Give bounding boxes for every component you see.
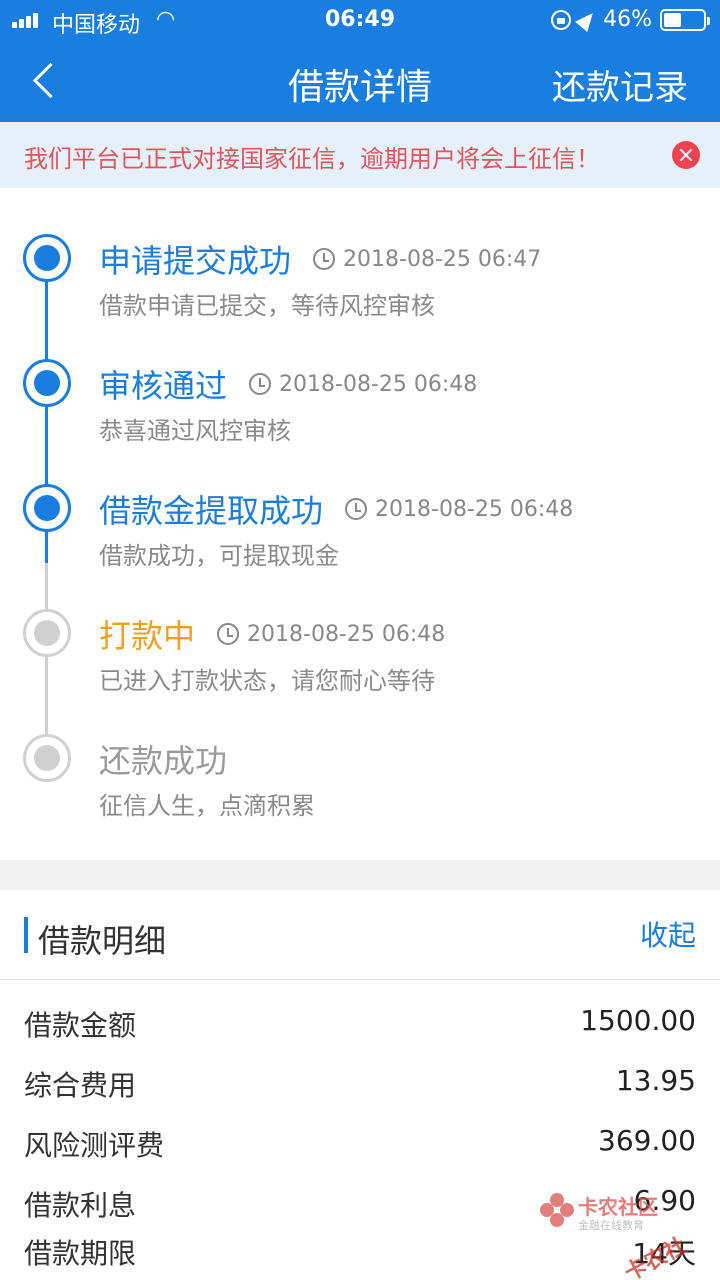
battery-icon bbox=[660, 8, 710, 31]
step-title: 还款成功 bbox=[99, 742, 228, 780]
detail-label: 综合费用 bbox=[24, 1069, 137, 1102]
step-time: 2018-08-25 06:47 bbox=[343, 246, 542, 272]
loan-progress-timeline: 申请提交成功 2018-08-25 06:47 借款申请已提交，等待风控审核 审… bbox=[0, 188, 720, 860]
section-accent-bar bbox=[24, 917, 28, 953]
notice-banner: 我们平台已正式对接国家征信，逾期用户将会上征信！ bbox=[0, 122, 720, 188]
clock-icon bbox=[345, 498, 368, 520]
detail-label: 风险测评费 bbox=[24, 1129, 165, 1162]
timeline-step: 申请提交成功 2018-08-25 06:47 借款申请已提交，等待风控审核 bbox=[0, 188, 720, 320]
timeline-step: 借款金提取成功 2018-08-25 06:48 借款成功，可提取现金 bbox=[0, 438, 720, 570]
step-dot bbox=[23, 734, 71, 782]
loan-details-header: 借款明细 收起 bbox=[0, 890, 720, 980]
clock-icon bbox=[249, 373, 272, 395]
status-bar: 中国移动 ◠ 06:49 46% bbox=[0, 0, 720, 40]
step-title: 审核通过 bbox=[99, 367, 228, 405]
detail-value: 369.00 bbox=[598, 1124, 696, 1157]
step-title: 借款金提取成功 bbox=[99, 492, 324, 530]
location-icon bbox=[575, 7, 600, 32]
detail-row: 综合费用 13.95 bbox=[0, 1052, 720, 1112]
detail-row: 借款金额 1500.00 bbox=[0, 992, 720, 1052]
step-time: 2018-08-25 06:48 bbox=[375, 496, 574, 522]
clock-icon bbox=[313, 248, 336, 270]
battery-percent: 46% bbox=[603, 7, 652, 32]
clock-icon bbox=[217, 623, 240, 645]
step-dot bbox=[23, 234, 71, 282]
repayment-records-link[interactable]: 还款记录 bbox=[552, 60, 688, 109]
section-divider bbox=[0, 860, 720, 890]
collapse-button[interactable]: 收起 bbox=[640, 914, 696, 954]
detail-value: 13.95 bbox=[615, 1064, 696, 1097]
timeline-step: 审核通过 2018-08-25 06:48 恭喜通过风控审核 bbox=[0, 313, 720, 445]
step-title: 打款中 bbox=[99, 617, 196, 655]
detail-label: 借款期限 bbox=[24, 1237, 137, 1270]
section-title: 借款明细 bbox=[38, 922, 167, 960]
detail-label: 借款金额 bbox=[24, 1009, 137, 1042]
timeline-step: 还款成功 征信人生，点滴积累 bbox=[0, 688, 720, 820]
step-dot bbox=[23, 609, 71, 657]
detail-row: 风险测评费 369.00 bbox=[0, 1112, 720, 1172]
detail-label: 借款利息 bbox=[24, 1189, 137, 1222]
detail-value: 14天 bbox=[632, 1237, 696, 1270]
step-time: 2018-08-25 06:48 bbox=[247, 621, 446, 647]
step-desc: 征信人生，点滴积累 bbox=[99, 792, 315, 820]
detail-value: 1500.00 bbox=[580, 1004, 696, 1037]
timeline-step: 打款中 2018-08-25 06:48 已进入打款状态，请您耐心等待 bbox=[0, 563, 720, 695]
close-icon[interactable] bbox=[672, 141, 700, 169]
nav-bar: 借款详情 还款记录 bbox=[0, 40, 720, 122]
step-title: 申请提交成功 bbox=[99, 242, 292, 280]
step-dot bbox=[23, 359, 71, 407]
step-dot bbox=[23, 484, 71, 532]
rotation-lock-icon bbox=[551, 9, 572, 30]
notice-text: 我们平台已正式对接国家征信，逾期用户将会上征信！ bbox=[24, 145, 600, 173]
step-time: 2018-08-25 06:48 bbox=[279, 371, 478, 397]
detail-value: 6.90 bbox=[633, 1184, 696, 1217]
top-bar: 中国移动 ◠ 06:49 46% 借款详情 还款记录 bbox=[0, 0, 720, 122]
detail-row: 借款期限 14天 bbox=[0, 1220, 720, 1280]
status-right: 46% bbox=[551, 7, 710, 32]
